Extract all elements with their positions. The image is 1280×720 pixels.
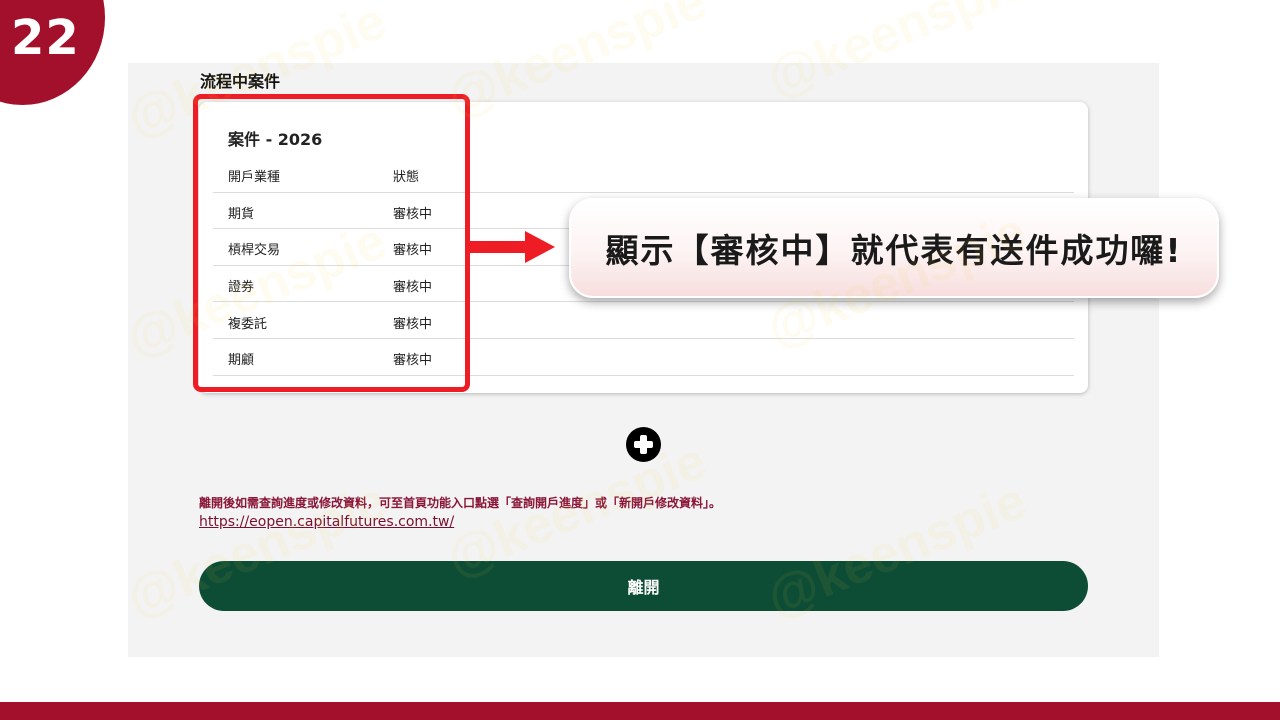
footer-bar — [0, 702, 1280, 720]
callout-bubble: 顯示【審核中】就代表有送件成功囉! — [569, 198, 1219, 298]
step-number: 22 — [11, 10, 80, 66]
section-title: 流程中案件 — [200, 72, 281, 91]
highlight-box — [193, 94, 470, 392]
add-case-button[interactable] — [626, 427, 661, 462]
callout-text: 顯示【審核中】就代表有送件成功囉! — [605, 231, 1183, 270]
plus-icon-vertical — [640, 435, 647, 454]
arrow-head-icon — [525, 231, 555, 263]
leave-button[interactable]: 離開 — [199, 561, 1088, 611]
arrow-right-icon — [465, 241, 527, 253]
info-note: 離開後如需查詢進度或修改資料，可至首頁功能入口點選「查詢開戶進度」或「新開戶修改… — [199, 496, 722, 510]
eopen-link[interactable]: https://eopen.capitalfutures.com.tw/ — [199, 514, 454, 530]
